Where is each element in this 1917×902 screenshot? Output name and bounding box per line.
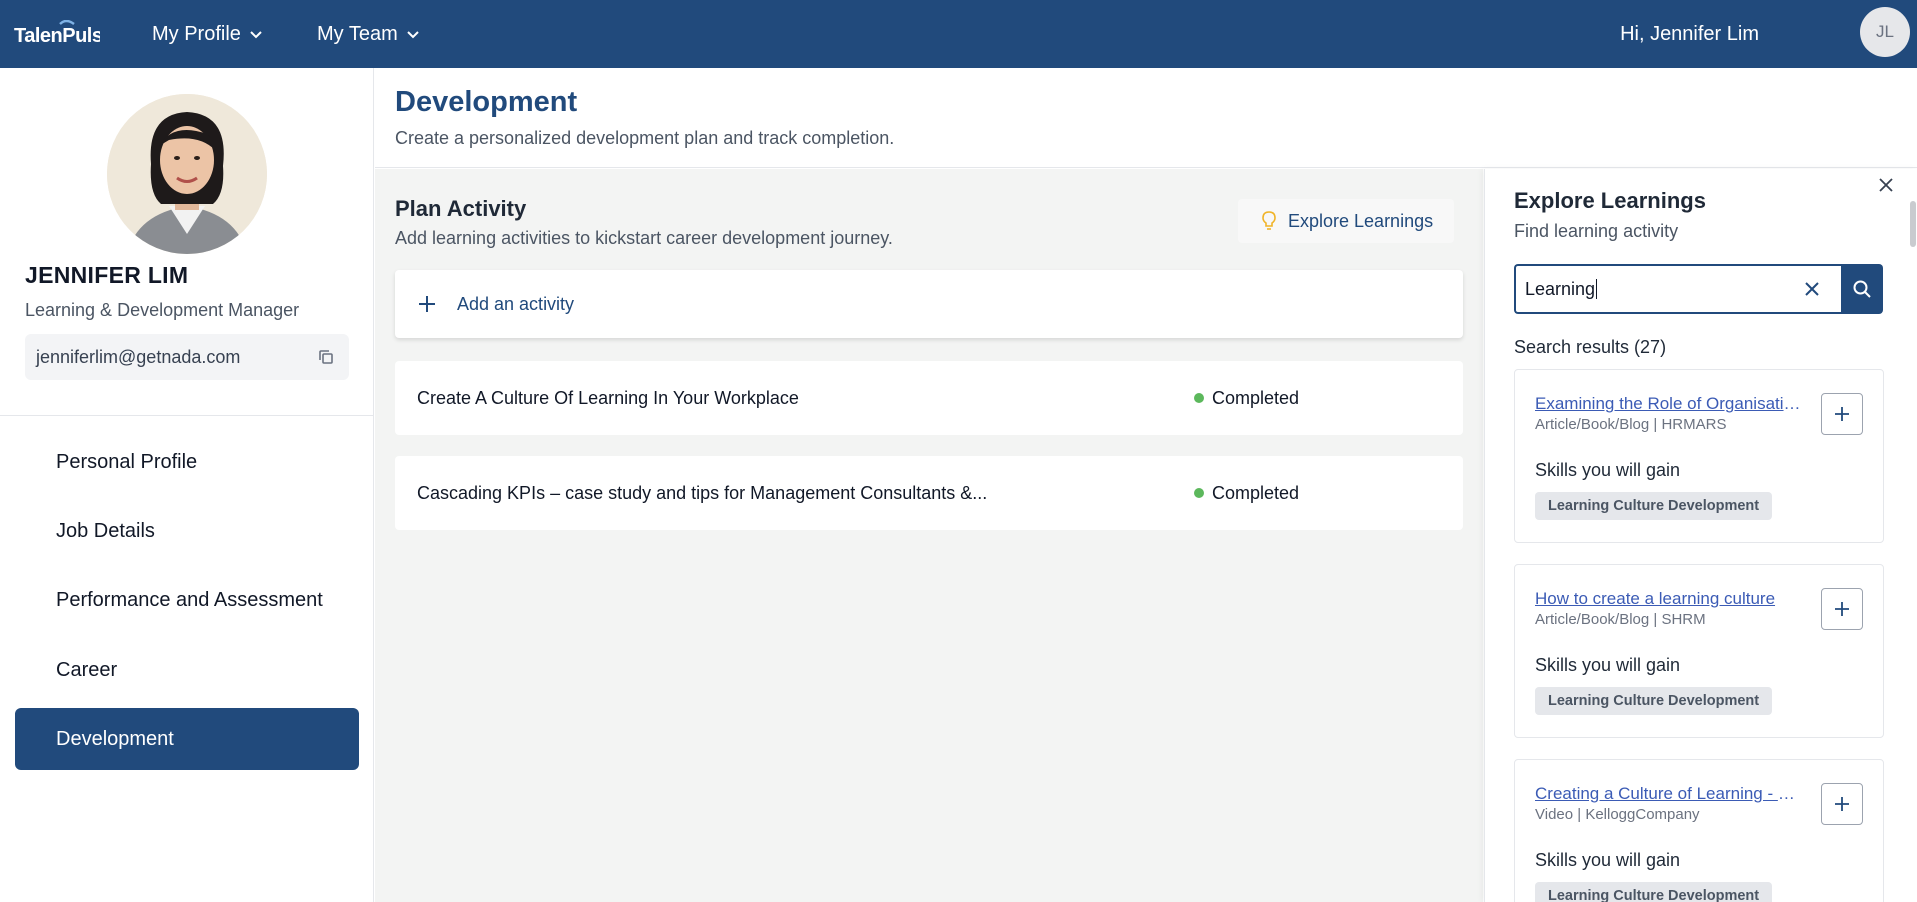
sidebar-item-development[interactable]: Development: [15, 708, 359, 770]
skill-tag: Learning Culture Development: [1535, 492, 1773, 520]
profile-role: Learning & Development Manager: [25, 300, 300, 320]
email-box: jenniferlim@getnada.com: [25, 334, 349, 380]
result-title-link[interactable]: How to create a learning culture: [1535, 589, 1805, 609]
sidebar-item-job-details[interactable]: Job Details: [15, 500, 359, 562]
copy-icon[interactable]: [317, 348, 335, 366]
explore-learnings-button-label: Explore Learnings: [1288, 210, 1434, 231]
sidebar-item-label: Career: [56, 658, 118, 681]
clear-search-icon[interactable]: [1803, 280, 1821, 298]
status-badge: Completed: [1194, 361, 1299, 435]
chevron-down-icon: [250, 31, 262, 39]
top-navigation-bar: TalenPulse My Profile My Team Hi, Jennif…: [0, 0, 1917, 68]
plan-activity-section: Plan Activity Add learning activities to…: [375, 169, 1483, 902]
result-meta: Article/Book/Blog | HRMARS: [1535, 416, 1727, 433]
skills-label: Skills you will gain: [1535, 850, 1681, 870]
profile-email: jenniferlim@getnada.com: [36, 346, 241, 367]
profile-portrait-image: [107, 94, 267, 254]
page-header: Development Create a personalized develo…: [375, 68, 1917, 168]
skill-tag: Learning Culture Development: [1535, 687, 1773, 715]
add-activity-button[interactable]: Add an activity: [395, 270, 1463, 338]
profile-sidebar: JENNIFER LIM Learning & Development Mana…: [0, 68, 374, 902]
sidebar-item-personal-profile[interactable]: Personal Profile: [15, 431, 359, 493]
result-title-link[interactable]: Creating a Culture of Learning - Kellogg: [1535, 784, 1805, 804]
user-greeting: Hi, Jennifer Lim: [1620, 22, 1759, 45]
logo-icon: TalenPulse: [14, 20, 100, 47]
panel-subtitle: Find learning activity: [1514, 221, 1679, 241]
logo-wordmark: TalenPulse: [14, 25, 100, 47]
skill-tag: Learning Culture Development: [1535, 882, 1773, 902]
result-meta: Video | KelloggCompany: [1535, 806, 1700, 823]
page-subtitle: Create a personalized development plan a…: [395, 128, 895, 148]
plus-icon: [1835, 602, 1849, 616]
add-activity-label: Add an activity: [457, 293, 575, 314]
activity-title: Cascading KPIs – case study and tips for…: [417, 482, 988, 503]
status-dot-icon: [1194, 393, 1204, 403]
sidebar-item-performance-and-assessment[interactable]: Performance and Assessment: [15, 569, 359, 631]
explore-learnings-panel: Explore Learnings Find learning activity…: [1484, 169, 1917, 902]
sidebar-item-label: Performance and Assessment: [56, 588, 323, 611]
plus-icon: [419, 296, 435, 312]
search-result-card: Creating a Culture of Learning - Kellogg…: [1514, 759, 1884, 902]
panel-scrollbar[interactable]: [1910, 201, 1916, 247]
profile-name: JENNIFER LIM: [25, 262, 189, 288]
status-badge: Completed: [1194, 456, 1299, 530]
plus-icon: [1835, 797, 1849, 811]
search-icon: [1853, 280, 1871, 298]
result-meta: Article/Book/Blog | SHRM: [1535, 611, 1706, 628]
search-input[interactable]: Learning: [1514, 264, 1841, 314]
profile-photo: [107, 94, 267, 254]
nav-my-team-label: My Team: [317, 22, 398, 45]
search-results-count: Search results (27): [1514, 337, 1667, 357]
result-title-link[interactable]: Examining the Role of Organisational Lea…: [1535, 394, 1805, 414]
explore-learnings-button[interactable]: Explore Learnings: [1238, 199, 1454, 243]
talentpulse-logo[interactable]: TalenPulse: [14, 14, 100, 54]
status-text: Completed: [1212, 482, 1300, 503]
search-result-card: Examining the Role of Organisational Lea…: [1514, 369, 1884, 543]
status-dot-icon: [1194, 488, 1204, 498]
sidebar-item-career[interactable]: Career: [15, 639, 359, 701]
nav-my-profile-label: My Profile: [152, 22, 241, 45]
add-result-button[interactable]: [1821, 393, 1863, 435]
search-button[interactable]: [1841, 264, 1883, 314]
page-title: Development: [395, 86, 578, 118]
plan-activity-title: Plan Activity: [395, 196, 527, 221]
plus-icon: [1835, 407, 1849, 421]
nav-my-profile[interactable]: My Profile: [152, 0, 263, 68]
activity-item[interactable]: Cascading KPIs – case study and tips for…: [395, 456, 1463, 530]
add-result-button[interactable]: [1821, 588, 1863, 630]
text-cursor: [1596, 279, 1598, 299]
user-avatar[interactable]: JL: [1860, 7, 1910, 57]
search-result-card: How to create a learning culture Article…: [1514, 564, 1884, 738]
close-icon[interactable]: [1874, 173, 1898, 197]
search-input-value: Learning: [1525, 278, 1596, 299]
nav-my-team[interactable]: My Team: [317, 0, 420, 68]
sidebar-item-label: Development: [56, 727, 174, 750]
skills-label: Skills you will gain: [1535, 655, 1681, 675]
activity-title: Create A Culture Of Learning In Your Wor…: [417, 387, 799, 408]
activity-item[interactable]: Create A Culture Of Learning In Your Wor…: [395, 361, 1463, 435]
panel-title: Explore Learnings: [1514, 188, 1706, 213]
add-result-button[interactable]: [1821, 783, 1863, 825]
lightbulb-icon: [1262, 211, 1276, 230]
chevron-down-icon: [407, 31, 419, 39]
status-text: Completed: [1212, 387, 1300, 408]
skills-label: Skills you will gain: [1535, 460, 1681, 480]
plan-activity-subtitle: Add learning activities to kickstart car…: [395, 228, 893, 248]
sidebar-divider: [0, 415, 374, 416]
sidebar-item-label: Job Details: [56, 519, 155, 542]
sidebar-item-label: Personal Profile: [56, 450, 198, 473]
